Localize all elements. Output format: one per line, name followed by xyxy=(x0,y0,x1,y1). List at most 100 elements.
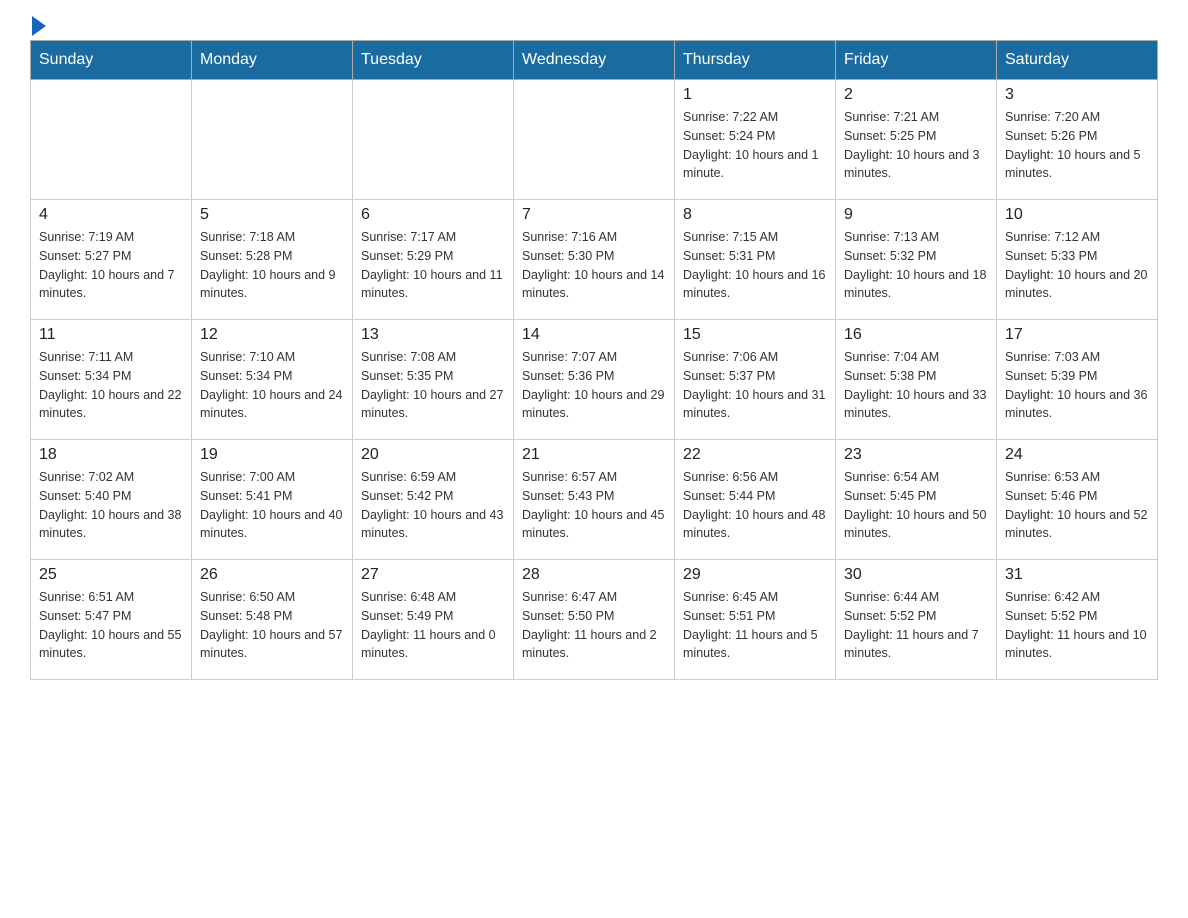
day-info: Sunrise: 7:20 AMSunset: 5:26 PMDaylight:… xyxy=(1005,108,1149,183)
calendar-cell: 10 Sunrise: 7:12 AMSunset: 5:33 PMDayligh… xyxy=(997,200,1158,320)
calendar-cell xyxy=(192,80,353,200)
calendar-cell: 9 Sunrise: 7:13 AMSunset: 5:32 PMDaylight… xyxy=(836,200,997,320)
day-number: 1 xyxy=(683,86,827,104)
day-info: Sunrise: 6:50 AMSunset: 5:48 PMDaylight:… xyxy=(200,588,344,663)
calendar-cell: 13 Sunrise: 7:08 AMSunset: 5:35 PMDayligh… xyxy=(353,320,514,440)
day-number: 22 xyxy=(683,446,827,464)
day-number: 2 xyxy=(844,86,988,104)
calendar-cell: 11Sunrise: 7:11 AMSunset: 5:34 PMDayligh… xyxy=(31,320,192,440)
weekday-header-wednesday: Wednesday xyxy=(514,41,675,80)
calendar-cell: 15 Sunrise: 7:06 AMSunset: 5:37 PMDayligh… xyxy=(675,320,836,440)
day-info: Sunrise: 7:22 AMSunset: 5:24 PMDaylight:… xyxy=(683,108,827,183)
day-info: Sunrise: 6:44 AMSunset: 5:52 PMDaylight:… xyxy=(844,588,988,663)
calendar-cell xyxy=(353,80,514,200)
calendar-week-3: 11Sunrise: 7:11 AMSunset: 5:34 PMDayligh… xyxy=(31,320,1158,440)
day-info: Sunrise: 7:08 AMSunset: 5:35 PMDaylight:… xyxy=(361,348,505,423)
day-number: 7 xyxy=(522,206,666,224)
day-number: 19 xyxy=(200,446,344,464)
day-info: Sunrise: 6:51 AMSunset: 5:47 PMDaylight:… xyxy=(39,588,183,663)
day-number: 12 xyxy=(200,326,344,344)
day-info: Sunrise: 7:17 AMSunset: 5:29 PMDaylight:… xyxy=(361,228,505,303)
day-info: Sunrise: 7:00 AMSunset: 5:41 PMDaylight:… xyxy=(200,468,344,543)
logo xyxy=(30,20,46,30)
calendar-week-1: 1 Sunrise: 7:22 AMSunset: 5:24 PMDaylight… xyxy=(31,80,1158,200)
day-info: Sunrise: 7:07 AMSunset: 5:36 PMDaylight:… xyxy=(522,348,666,423)
day-info: Sunrise: 7:21 AMSunset: 5:25 PMDaylight:… xyxy=(844,108,988,183)
day-number: 13 xyxy=(361,326,505,344)
calendar-cell: 21 Sunrise: 6:57 AMSunset: 5:43 PMDayligh… xyxy=(514,440,675,560)
day-info: Sunrise: 7:10 AMSunset: 5:34 PMDaylight:… xyxy=(200,348,344,423)
day-number: 25 xyxy=(39,566,183,584)
day-info: Sunrise: 6:53 AMSunset: 5:46 PMDaylight:… xyxy=(1005,468,1149,543)
day-info: Sunrise: 6:54 AMSunset: 5:45 PMDaylight:… xyxy=(844,468,988,543)
weekday-header-row: SundayMondayTuesdayWednesdayThursdayFrid… xyxy=(31,41,1158,80)
day-number: 21 xyxy=(522,446,666,464)
weekday-header-thursday: Thursday xyxy=(675,41,836,80)
calendar-cell: 8 Sunrise: 7:15 AMSunset: 5:31 PMDaylight… xyxy=(675,200,836,320)
day-number: 10 xyxy=(1005,206,1149,224)
day-number: 8 xyxy=(683,206,827,224)
weekday-header-friday: Friday xyxy=(836,41,997,80)
day-number: 15 xyxy=(683,326,827,344)
day-number: 27 xyxy=(361,566,505,584)
day-number: 14 xyxy=(522,326,666,344)
calendar-cell: 29Sunrise: 6:45 AMSunset: 5:51 PMDayligh… xyxy=(675,560,836,680)
calendar-week-4: 18 Sunrise: 7:02 AMSunset: 5:40 PMDayligh… xyxy=(31,440,1158,560)
calendar-cell: 5Sunrise: 7:18 AMSunset: 5:28 PMDaylight… xyxy=(192,200,353,320)
day-number: 18 xyxy=(39,446,183,464)
day-info: Sunrise: 7:13 AMSunset: 5:32 PMDaylight:… xyxy=(844,228,988,303)
weekday-header-monday: Monday xyxy=(192,41,353,80)
day-info: Sunrise: 6:42 AMSunset: 5:52 PMDaylight:… xyxy=(1005,588,1149,663)
day-number: 26 xyxy=(200,566,344,584)
day-info: Sunrise: 6:57 AMSunset: 5:43 PMDaylight:… xyxy=(522,468,666,543)
calendar-cell: 31 Sunrise: 6:42 AMSunset: 5:52 PMDayligh… xyxy=(997,560,1158,680)
day-number: 28 xyxy=(522,566,666,584)
day-info: Sunrise: 7:15 AMSunset: 5:31 PMDaylight:… xyxy=(683,228,827,303)
calendar-cell: 4 Sunrise: 7:19 AMSunset: 5:27 PMDaylight… xyxy=(31,200,192,320)
day-info: Sunrise: 6:45 AMSunset: 5:51 PMDaylight:… xyxy=(683,588,827,663)
day-info: Sunrise: 7:16 AMSunset: 5:30 PMDaylight:… xyxy=(522,228,666,303)
day-number: 24 xyxy=(1005,446,1149,464)
day-number: 30 xyxy=(844,566,988,584)
calendar-table: SundayMondayTuesdayWednesdayThursdayFrid… xyxy=(30,40,1158,680)
calendar-week-5: 25 Sunrise: 6:51 AMSunset: 5:47 PMDayligh… xyxy=(31,560,1158,680)
day-info: Sunrise: 7:12 AMSunset: 5:33 PMDaylight:… xyxy=(1005,228,1149,303)
calendar-cell: 27 Sunrise: 6:48 AMSunset: 5:49 PMDayligh… xyxy=(353,560,514,680)
logo-triangle-icon xyxy=(32,16,46,36)
day-info: Sunrise: 6:56 AMSunset: 5:44 PMDaylight:… xyxy=(683,468,827,543)
day-info: Sunrise: 7:06 AMSunset: 5:37 PMDaylight:… xyxy=(683,348,827,423)
calendar-cell: 28Sunrise: 6:47 AMSunset: 5:50 PMDayligh… xyxy=(514,560,675,680)
calendar-cell: 30 Sunrise: 6:44 AMSunset: 5:52 PMDayligh… xyxy=(836,560,997,680)
calendar-cell: 7 Sunrise: 7:16 AMSunset: 5:30 PMDaylight… xyxy=(514,200,675,320)
calendar-cell: 26 Sunrise: 6:50 AMSunset: 5:48 PMDayligh… xyxy=(192,560,353,680)
calendar-cell: 3 Sunrise: 7:20 AMSunset: 5:26 PMDaylight… xyxy=(997,80,1158,200)
day-number: 4 xyxy=(39,206,183,224)
calendar-cell: 24 Sunrise: 6:53 AMSunset: 5:46 PMDayligh… xyxy=(997,440,1158,560)
calendar-cell: 6 Sunrise: 7:17 AMSunset: 5:29 PMDaylight… xyxy=(353,200,514,320)
calendar-cell: 22 Sunrise: 6:56 AMSunset: 5:44 PMDayligh… xyxy=(675,440,836,560)
calendar-cell: 1 Sunrise: 7:22 AMSunset: 5:24 PMDaylight… xyxy=(675,80,836,200)
day-number: 6 xyxy=(361,206,505,224)
calendar-cell: 12 Sunrise: 7:10 AMSunset: 5:34 PMDayligh… xyxy=(192,320,353,440)
day-number: 16 xyxy=(844,326,988,344)
calendar-cell: 23Sunrise: 6:54 AMSunset: 5:45 PMDayligh… xyxy=(836,440,997,560)
day-info: Sunrise: 6:59 AMSunset: 5:42 PMDaylight:… xyxy=(361,468,505,543)
day-number: 9 xyxy=(844,206,988,224)
day-number: 3 xyxy=(1005,86,1149,104)
calendar-cell: 2 Sunrise: 7:21 AMSunset: 5:25 PMDaylight… xyxy=(836,80,997,200)
day-number: 20 xyxy=(361,446,505,464)
day-info: Sunrise: 6:48 AMSunset: 5:49 PMDaylight:… xyxy=(361,588,505,663)
calendar-week-2: 4 Sunrise: 7:19 AMSunset: 5:27 PMDaylight… xyxy=(31,200,1158,320)
day-number: 31 xyxy=(1005,566,1149,584)
day-info: Sunrise: 7:03 AMSunset: 5:39 PMDaylight:… xyxy=(1005,348,1149,423)
day-info: Sunrise: 7:02 AMSunset: 5:40 PMDaylight:… xyxy=(39,468,183,543)
calendar-cell xyxy=(514,80,675,200)
day-info: Sunrise: 7:11 AMSunset: 5:34 PMDaylight:… xyxy=(39,348,183,423)
calendar-cell: 20 Sunrise: 6:59 AMSunset: 5:42 PMDayligh… xyxy=(353,440,514,560)
calendar-cell: 14 Sunrise: 7:07 AMSunset: 5:36 PMDayligh… xyxy=(514,320,675,440)
day-info: Sunrise: 7:19 AMSunset: 5:27 PMDaylight:… xyxy=(39,228,183,303)
day-number: 5 xyxy=(200,206,344,224)
day-number: 17 xyxy=(1005,326,1149,344)
calendar-cell: 19 Sunrise: 7:00 AMSunset: 5:41 PMDayligh… xyxy=(192,440,353,560)
day-info: Sunrise: 7:04 AMSunset: 5:38 PMDaylight:… xyxy=(844,348,988,423)
